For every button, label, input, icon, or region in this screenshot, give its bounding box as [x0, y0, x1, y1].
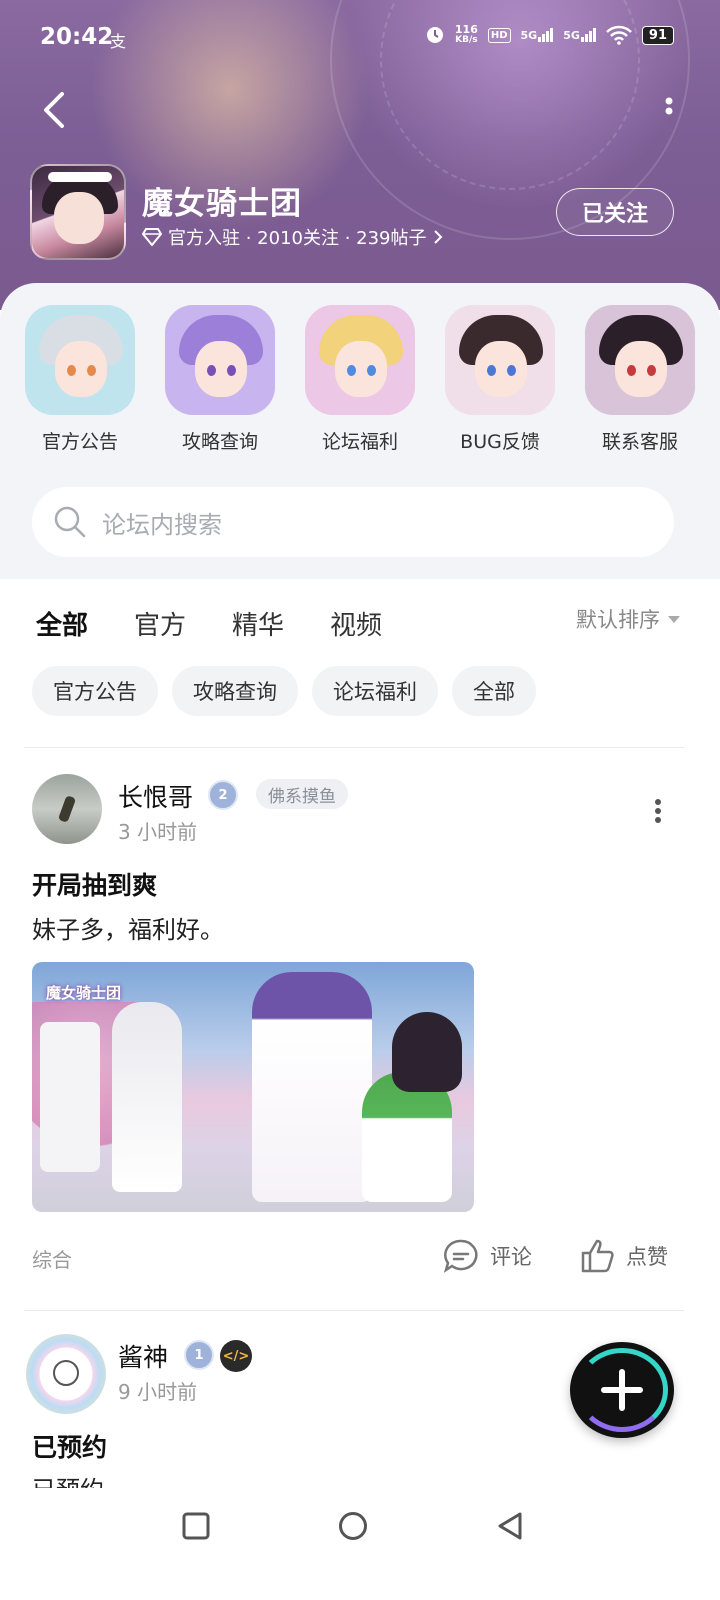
- level-badge: 1: [184, 1340, 214, 1370]
- post-title: 开局抽到爽: [32, 871, 158, 900]
- thumbs-up-icon: [581, 1239, 614, 1273]
- system-navigation-bar: [0, 1488, 720, 1600]
- avatar[interactable]: [32, 774, 102, 844]
- network-speed: 116 KB/s: [455, 24, 478, 46]
- quick-link-label: 官方公告: [41, 431, 118, 453]
- quick-link-label: 联系客服: [601, 431, 678, 453]
- search-placeholder: 论坛内搜索: [102, 510, 222, 539]
- create-post-button[interactable]: [570, 1342, 674, 1438]
- tab-official[interactable]: 官方: [134, 605, 186, 642]
- payment-notification-icon: 支: [110, 32, 127, 51]
- quick-link-label: 论坛福利: [321, 431, 398, 453]
- caret-down-icon: [668, 615, 680, 623]
- network-speed-value: 116: [454, 23, 478, 36]
- quick-link-icon: [585, 305, 695, 415]
- back-arrow-icon[interactable]: [36, 90, 76, 130]
- quick-link-label: 攻略查询: [181, 431, 258, 453]
- quick-link-icon: [25, 305, 135, 415]
- post-author[interactable]: 长恨哥: [118, 778, 193, 814]
- sort-label: 默认排序: [576, 608, 660, 632]
- forum-header-banner: 20:42 支 116 KB/s HD 5G 5G 91 魔女骑士团 官方入驻 …: [0, 0, 720, 310]
- search-input[interactable]: 论坛内搜索: [32, 487, 674, 557]
- search-icon: [54, 506, 86, 538]
- post-category: 综合: [32, 1248, 72, 1272]
- wifi-icon: [606, 25, 632, 45]
- comment-button[interactable]: 评论: [442, 1238, 532, 1274]
- post-card[interactable]: 长恨哥 2 佛系摸鱼 3 小时前 开局抽到爽 妹子多，福利好。 魔女骑士团 综合…: [0, 770, 720, 1310]
- forum-stats: 官方入驻 · 2010关注 · 239帖子: [168, 228, 427, 249]
- more-options-icon[interactable]: [662, 96, 676, 126]
- network-type: 5G: [563, 29, 580, 42]
- alarm-icon: [426, 27, 443, 43]
- forum-title: 魔女骑士团: [142, 186, 302, 222]
- chip-all[interactable]: 全部: [452, 666, 536, 716]
- post-title: 已预约: [32, 1433, 108, 1462]
- like-button[interactable]: 点赞: [580, 1238, 668, 1274]
- like-label: 点赞: [626, 1245, 668, 1269]
- hd-icon: HD: [487, 27, 511, 43]
- quick-link-guides[interactable]: 攻略查询: [164, 305, 276, 454]
- post-image-logo: 魔女骑士团: [46, 984, 122, 1002]
- forum-info: 魔女骑士团 官方入驻 · 2010关注 · 239帖子 已关注: [30, 164, 690, 260]
- status-icons: 116 KB/s HD 5G 5G 91: [425, 24, 674, 46]
- quick-link-bug-report[interactable]: BUG反馈: [444, 305, 556, 454]
- divider: [24, 747, 684, 748]
- post-time: 9 小时前: [118, 1380, 198, 1404]
- tab-video[interactable]: 视频: [330, 605, 382, 642]
- quick-link-icon: [165, 305, 275, 415]
- back-icon[interactable]: [496, 1511, 524, 1541]
- user-tag-badge: 佛系摸鱼: [256, 779, 348, 809]
- divider: [24, 1310, 684, 1311]
- signal-icon: 5G: [563, 28, 596, 42]
- status-time: 20:42: [40, 24, 114, 50]
- post-image[interactable]: 魔女骑士团: [32, 962, 474, 1212]
- post-footer: 综合 评论 点赞: [32, 1238, 676, 1278]
- signal-icon: 5G: [521, 28, 554, 42]
- diamond-icon: [142, 228, 162, 246]
- quick-link-icon: [445, 305, 555, 415]
- post-time: 3 小时前: [118, 820, 198, 844]
- network-type: 5G: [520, 29, 538, 42]
- battery-icon: 91: [641, 25, 674, 45]
- developer-badge-icon: </>: [220, 1340, 252, 1372]
- quick-link-customer-service[interactable]: 联系客服: [584, 305, 696, 454]
- filter-tabs: 全部 官方 精华 视频: [36, 598, 382, 648]
- forum-meta[interactable]: 官方入驻 · 2010关注 · 239帖子: [142, 224, 443, 250]
- post-body: 妹子多，福利好。: [32, 916, 224, 944]
- status-bar: 20:42 支 116 KB/s HD 5G 5G 91: [0, 0, 720, 80]
- recent-apps-icon[interactable]: [182, 1512, 210, 1540]
- comment-icon: [443, 1239, 478, 1273]
- level-badge: 2: [208, 780, 238, 810]
- follow-button[interactable]: 已关注: [556, 188, 674, 236]
- quick-links-row: 官方公告 攻略查询 论坛福利 BUG反馈 联系客服: [24, 305, 696, 454]
- post-body: 已预约: [32, 1470, 104, 1488]
- sort-dropdown[interactable]: 默认排序: [576, 604, 680, 634]
- network-speed-unit: KB/s: [455, 35, 478, 45]
- home-icon[interactable]: [338, 1511, 368, 1541]
- quick-link-label: BUG反馈: [460, 431, 540, 453]
- chip-welfare[interactable]: 论坛福利: [312, 666, 438, 716]
- category-chips: 官方公告 攻略查询 论坛福利 全部: [32, 666, 536, 716]
- more-options-icon[interactable]: [654, 798, 662, 824]
- comment-label: 评论: [490, 1245, 532, 1269]
- quick-link-welfare[interactable]: 论坛福利: [304, 305, 416, 454]
- forum-avatar: [30, 164, 126, 260]
- avatar[interactable]: [26, 1334, 106, 1414]
- chip-announcements[interactable]: 官方公告: [32, 666, 158, 716]
- quick-links-panel: 官方公告 攻略查询 论坛福利 BUG反馈 联系客服 论坛内搜索: [0, 283, 720, 579]
- quick-link-announcements[interactable]: 官方公告: [24, 305, 136, 454]
- tab-all[interactable]: 全部: [36, 605, 89, 646]
- post-author[interactable]: 酱神: [118, 1338, 168, 1374]
- tab-featured[interactable]: 精华: [232, 605, 284, 642]
- quick-link-icon: [305, 305, 415, 415]
- chevron-right-icon: [433, 230, 442, 244]
- chip-guides[interactable]: 攻略查询: [172, 666, 298, 716]
